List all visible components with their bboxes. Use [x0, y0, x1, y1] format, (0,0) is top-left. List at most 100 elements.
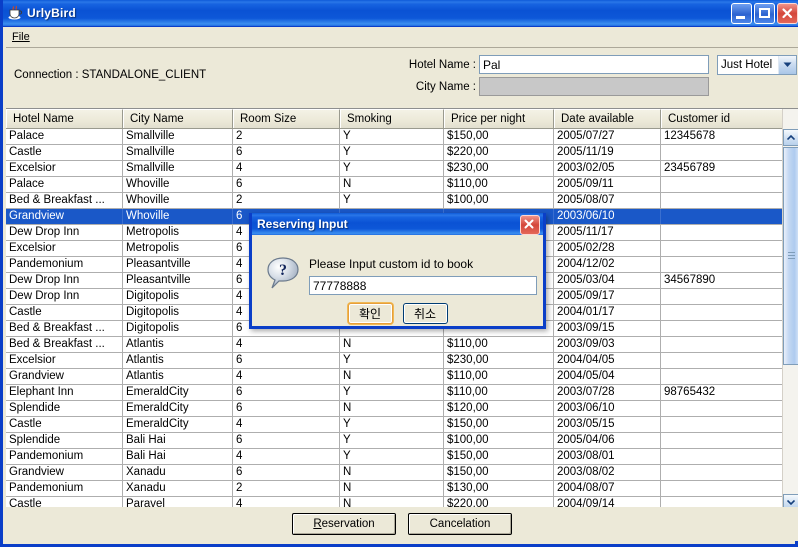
table-cell: 6 [233, 353, 340, 368]
svg-text:?: ? [279, 262, 287, 279]
table-cell [661, 209, 782, 224]
table-cell [661, 465, 782, 480]
table-cell: Splendide [6, 401, 123, 416]
table-cell: 2004/04/05 [554, 353, 661, 368]
table-cell: 34567890 [664, 274, 716, 286]
dialog-cancel-button[interactable]: 취소 [402, 303, 448, 324]
table-row[interactable]: Pandemonium Bali Hai 4 Y $150,00 2003/08/01 [6, 449, 798, 465]
dialog-close-button[interactable] [520, 215, 540, 235]
minimize-button[interactable] [731, 3, 752, 24]
table-cell: N [340, 481, 444, 496]
table-cell: Digitopolis [123, 289, 233, 304]
table-cell: Metropolis [123, 241, 233, 256]
urlybird-application-window: UrlyBird File Connection : STANDALONE_CL… [0, 0, 798, 547]
table-cell: Y [340, 129, 444, 144]
table-cell: Whoville [123, 193, 233, 208]
city-name-input[interactable] [479, 77, 709, 96]
table-cell: Pandemonium [6, 481, 123, 496]
table-cell: Castle [6, 145, 123, 160]
table-cell [661, 481, 782, 496]
table-cell [661, 369, 782, 384]
scrollbar-thumb[interactable] [783, 147, 798, 365]
table-row[interactable]: Excelsior Atlantis 6 Y $230,00 2004/04/05 [6, 353, 798, 369]
maximize-button[interactable] [754, 3, 775, 24]
reservation-button[interactable]: Reservation [292, 513, 396, 535]
table-cell: 2004/01/17 [554, 305, 661, 320]
table-cell: Y [340, 353, 444, 368]
question-mark-icon: ? [267, 257, 301, 289]
table-row[interactable]: Splendide EmeraldCity 6 N $120,00 2003/06/10 [6, 401, 798, 417]
table-row[interactable]: Palace Whoville 6 N $110,00 2005/09/11 [6, 177, 798, 193]
customer-id-input[interactable] [309, 276, 537, 295]
table-cell [661, 401, 782, 416]
table-row[interactable]: Elephant Inn EmeraldCity 6 Y $110,00 2003/07/… [6, 385, 798, 401]
table-cell: $130,00 [444, 481, 554, 496]
table-cell: $230,00 [444, 161, 554, 176]
table-cell [661, 241, 782, 256]
table-cell: $110,00 [444, 177, 554, 192]
vertical-scrollbar[interactable] [782, 109, 798, 509]
table-cell: EmeraldCity [123, 417, 233, 432]
table-cell: Whoville [123, 177, 233, 192]
table-cell: Atlantis [123, 337, 233, 352]
cancelation-button-label: Cancelation [429, 518, 491, 530]
table-cell: Pleasantville [123, 257, 233, 272]
table-cell: Xanadu [123, 465, 233, 480]
table-cell [661, 193, 782, 208]
table-cell [661, 145, 782, 160]
table-column-header[interactable]: Hotel Name [6, 109, 123, 128]
scroll-up-button[interactable] [783, 129, 798, 146]
table-cell: 4 [233, 417, 340, 432]
table-row[interactable]: Grandview Atlantis 4 N $110,00 2004/05/04 [6, 369, 798, 385]
table-cell: 2005/04/06 [554, 433, 661, 448]
dialog-ok-button[interactable]: 확인 [347, 303, 393, 324]
window-controls [731, 3, 798, 24]
table-column-header[interactable]: Room Size [233, 109, 340, 128]
table-row[interactable]: Castle Smallville 6 Y $220,00 2005/11/19 [6, 145, 798, 161]
window-title: UrlyBird [27, 6, 76, 20]
table-cell [661, 177, 782, 192]
table-cell: 2003/02/05 [554, 161, 661, 176]
table-column-header[interactable]: Date available [554, 109, 661, 128]
close-button[interactable] [777, 3, 798, 24]
table-cell: $150,00 [444, 129, 554, 144]
dialog-message: Please Input custom id to book [309, 257, 474, 271]
table-row[interactable]: Excelsior Smallville 4 Y $230,00 2003/02/05 23… [6, 161, 798, 177]
table-row[interactable]: Pandemonium Xanadu 2 N $130,00 2004/08/07 [6, 481, 798, 497]
table-cell: 2003/07/28 [554, 385, 661, 400]
cancelation-button[interactable]: Cancelation [408, 513, 512, 535]
table-cell: Digitopolis [123, 321, 233, 336]
menu-item-file[interactable]: File [6, 29, 36, 45]
chevron-up-icon [787, 135, 795, 140]
action-button-bar: Reservation Cancelation [6, 507, 798, 541]
table-cell: Palace [6, 177, 123, 192]
table-cell: 2004/12/02 [554, 257, 661, 272]
table-cell [661, 337, 782, 352]
table-row[interactable]: Palace Smallville 2 Y $150,00 2005/07/27 12345… [6, 129, 798, 145]
table-cell: Smallville [123, 145, 233, 160]
search-filter-dropdown[interactable]: Just Hotel [717, 55, 797, 75]
scrollbar-grip-icon [788, 252, 795, 260]
table-cell: Xanadu [123, 481, 233, 496]
table-cell: N [340, 465, 444, 480]
table-row[interactable]: Bed & Breakfast ... Whoville 2 Y $100,00 2005… [6, 193, 798, 209]
hotel-name-input[interactable] [479, 55, 709, 74]
table-row[interactable]: Bed & Breakfast ... Atlantis 4 N $110,00 2003… [6, 337, 798, 353]
close-icon [782, 8, 793, 19]
table-column-header[interactable]: Price per night [444, 109, 554, 128]
table-cell: 6 [233, 465, 340, 480]
table-row[interactable]: Splendide Bali Hai 6 Y $100,00 2005/04/06 [6, 433, 798, 449]
table-cell: 2003/08/02 [554, 465, 661, 480]
table-cell: 2005/07/27 [554, 129, 661, 144]
dialog-body: ? Please Input custom id to book 확인 취소 [252, 235, 543, 326]
table-column-header[interactable]: Smoking [340, 109, 444, 128]
table-row[interactable]: Castle EmeraldCity 4 Y $150,00 2003/05/15 [6, 417, 798, 433]
table-cell: Grandview [6, 369, 123, 384]
table-row[interactable]: Grandview Xanadu 6 N $150,00 2003/08/02 [6, 465, 798, 481]
table-cell: $150,00 [444, 417, 554, 432]
table-cell: Castle [6, 417, 123, 432]
table-cell: $220,00 [444, 145, 554, 160]
table-column-header[interactable]: City Name [123, 109, 233, 128]
table-cell: $100,00 [444, 433, 554, 448]
table-column-header[interactable]: Customer id [661, 109, 782, 128]
